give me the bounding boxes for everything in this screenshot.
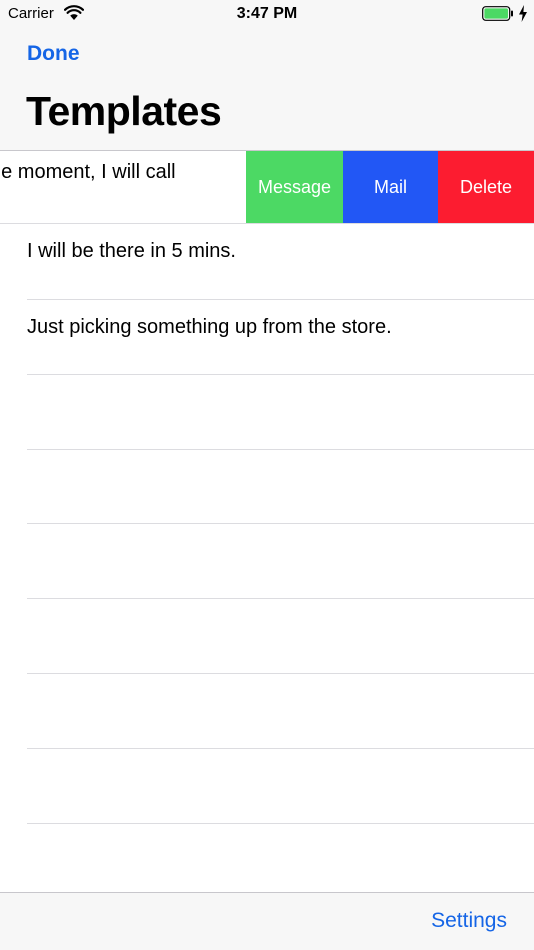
message-action-button[interactable]: Message — [246, 151, 343, 224]
done-button[interactable]: Done — [27, 42, 80, 66]
status-bar: Carrier 3:47 PM — [0, 0, 534, 28]
template-text: I will be there in 5 mins. — [27, 240, 236, 262]
page-title: Templates — [26, 88, 222, 134]
charging-bolt-icon — [519, 5, 527, 22]
navigation-header: Carrier 3:47 PM Done Templates — [0, 0, 534, 150]
row-separator — [27, 598, 534, 599]
settings-button[interactable]: Settings — [431, 909, 507, 933]
delete-action-button[interactable]: Delete — [438, 151, 534, 224]
swiped-template-text: he moment, I will call — [0, 161, 176, 183]
template-text: Just picking something up from the store… — [27, 316, 392, 338]
template-row[interactable]: I will be there in 5 mins. — [0, 224, 534, 299]
swiped-template-row[interactable]: he moment, I will call Message Mail Dele… — [0, 151, 534, 224]
row-separator — [27, 823, 534, 824]
row-separator — [27, 374, 534, 375]
battery-icon — [482, 6, 513, 21]
row-separator — [27, 449, 534, 450]
row-separator — [27, 673, 534, 674]
status-time: 3:47 PM — [236, 5, 298, 22]
row-separator — [27, 523, 534, 524]
row-separator — [27, 748, 534, 749]
bottom-toolbar: Settings — [0, 892, 534, 950]
template-row[interactable]: Just picking something up from the store… — [0, 300, 534, 375]
mail-action-button[interactable]: Mail — [343, 151, 438, 224]
